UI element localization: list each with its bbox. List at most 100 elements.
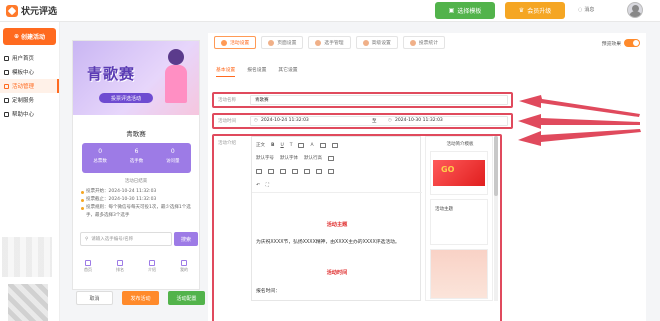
sidebar-item-label: 模板中心 (12, 70, 35, 76)
template-card[interactable]: 活动主题 (430, 199, 488, 245)
calendar-icon: ◷ (388, 118, 392, 123)
nav-intro[interactable]: 介绍 (136, 260, 168, 278)
editor-toolbar: 正文 B U T A 默认字号 默认字体 默认行高 ↶ ⛶ (252, 137, 422, 193)
template-card[interactable]: GO (430, 151, 488, 195)
ordered-list-icon[interactable] (331, 142, 338, 148)
sidebar-item-activities[interactable]: 活动管理 (0, 79, 59, 93)
editor-paragraph: 为庆祝XXXX节，弘扬XXXX精神，由XXXX主办的XXXX评选活动。 (256, 240, 400, 245)
sidebar-item-templates[interactable]: 模板中心 (0, 65, 59, 79)
contestant-search-input[interactable]: ⚲ 请输入选手编号/名称 (80, 232, 172, 246)
scrollbar-thumb[interactable] (494, 136, 498, 196)
create-activity-button[interactable]: ⊕ 创建活动 (3, 28, 56, 45)
paragraph-format-select[interactable]: 正文 (256, 142, 265, 148)
sidebar: ⊕ 创建活动 用户首页 模板中心 活动管理 定制服务 帮助中心 (0, 22, 60, 321)
intro-template-panel: 活动简介模板 GO 活动主题 (425, 136, 493, 301)
tab-activity-settings[interactable]: 活动设置 (214, 36, 257, 49)
rich-text-editor[interactable]: 正文 B U T A 默认字号 默认字体 默认行高 ↶ ⛶ 活动主题 为庆祝XX… (251, 136, 422, 301)
template-card[interactable] (430, 249, 488, 299)
divider-icon[interactable] (328, 169, 334, 174)
advanced-icon (362, 39, 369, 46)
vip-icon: ♛ (518, 7, 525, 14)
underline-button[interactable]: U (280, 143, 283, 148)
font-size-select[interactable]: 默认字号 (256, 155, 274, 161)
search-icon: ⚲ (85, 236, 89, 242)
align-icon[interactable] (328, 155, 334, 161)
home-icon (4, 55, 9, 61)
subtab-basic[interactable]: 基本设置 (216, 66, 236, 77)
tab-advanced[interactable]: 高级设置 (355, 36, 398, 49)
list-icon[interactable] (319, 142, 326, 148)
user-avatar[interactable] (627, 2, 643, 18)
banner-title: 青歌赛 (87, 65, 136, 83)
chart-icon (409, 39, 416, 46)
font-family-select[interactable]: 默认字体 (280, 155, 298, 161)
sidebar-item-custom[interactable]: 定制服务 (0, 93, 59, 107)
toggle-switch[interactable] (624, 39, 640, 47)
messages-label: 消息 (584, 7, 595, 13)
font-size-button[interactable]: T (290, 143, 293, 148)
help-icon (4, 111, 9, 117)
publish-button[interactable]: 发布活动 (122, 291, 159, 305)
sub-tabs: 基本设置 报名设置 其它设置 (216, 66, 298, 77)
tab-contestants[interactable]: 选手管理 (308, 36, 351, 49)
code-icon[interactable] (316, 169, 322, 174)
select-template-label: 选择模板 (457, 8, 482, 15)
preview-activity-name: 青歌赛 (126, 130, 146, 138)
undo-icon[interactable]: ↶ (256, 183, 260, 188)
vip-upgrade-label: 会员升级 (527, 8, 552, 15)
link-icon[interactable] (268, 169, 274, 174)
template-card-title: 活动主题 (435, 207, 453, 212)
logo-text: 状元评选 (21, 7, 58, 17)
subtab-signup[interactable]: 报名设置 (247, 66, 266, 77)
nav-mine[interactable]: 我的 (168, 260, 200, 278)
step-tabs: 活动设置 页面设置 选手管理 高级设置 投票统计 (208, 36, 446, 52)
tab-page-settings[interactable]: 页面设置 (261, 36, 304, 49)
tab-statistics[interactable]: 投票统计 (402, 36, 446, 49)
contestant-search-button[interactable]: 搜索 (174, 232, 198, 246)
font-color-button[interactable]: A (310, 143, 313, 148)
activity-intro-label: 活动介绍 (218, 141, 236, 146)
template-thumbnail: GO (433, 160, 485, 186)
preview-toggle[interactable]: 预览效果 (602, 39, 640, 47)
logo-icon (6, 4, 18, 17)
template-icon (4, 69, 9, 75)
sidebar-item-label: 帮助中心 (12, 112, 35, 118)
image-icon[interactable] (280, 169, 286, 174)
nav-home[interactable]: 首页 (72, 260, 104, 278)
time-separator: 至 (372, 119, 377, 124)
messages-link[interactable]: ◌ 消息 (578, 6, 595, 14)
bold-button[interactable]: B (271, 143, 274, 148)
select-template-button[interactable]: ▣ 选择模板 (435, 2, 495, 19)
format-icon[interactable] (298, 142, 305, 148)
sidebar-item-home[interactable]: 用户首页 (0, 51, 59, 65)
template-panel-title: 活动简介模板 (446, 142, 474, 147)
home-icon (85, 260, 91, 266)
vip-upgrade-button[interactable]: ♛ 会员升级 (505, 2, 565, 19)
editor-heading-theme: 活动主题 (326, 222, 348, 228)
subtab-other[interactable]: 其它设置 (278, 66, 297, 77)
bullet-icon (81, 190, 84, 194)
intro-icon (149, 260, 155, 266)
table-icon[interactable] (304, 169, 310, 174)
video-icon[interactable] (292, 169, 298, 174)
fullscreen-icon[interactable]: ⛶ (266, 182, 269, 188)
save-config-button[interactable]: 活动配置 (168, 291, 205, 305)
singer-illustration (163, 49, 189, 109)
editor-heading-time: 活动时间 (326, 270, 348, 276)
nav-ranking[interactable]: 排名 (104, 260, 136, 278)
activity-name-input[interactable] (250, 95, 508, 105)
cancel-button[interactable]: 取消 (76, 291, 113, 305)
line-height-select[interactable]: 默认行高 (304, 155, 322, 161)
sidebar-item-help[interactable]: 帮助中心 (0, 107, 59, 121)
preview-banner: 青歌赛 投票评选活动 (73, 41, 199, 115)
ranking-icon (117, 260, 123, 266)
sidebar-item-label: 定制服务 (12, 98, 35, 104)
template-scrollbar[interactable] (494, 136, 498, 301)
emoji-icon[interactable] (256, 169, 262, 174)
banner-tag: 投票评选活动 (99, 93, 153, 103)
editor-time-line: 报名时间： (256, 289, 280, 294)
message-icon: ◌ (578, 6, 583, 13)
logo[interactable]: 状元评选 (6, 4, 57, 17)
top-bar: 状元评选 ▣ 选择模板 ♛ 会员升级 ◌ 消息 (0, 0, 660, 22)
stats-panel: 0 总票数 6 选手数 0 访问量 (82, 143, 191, 173)
